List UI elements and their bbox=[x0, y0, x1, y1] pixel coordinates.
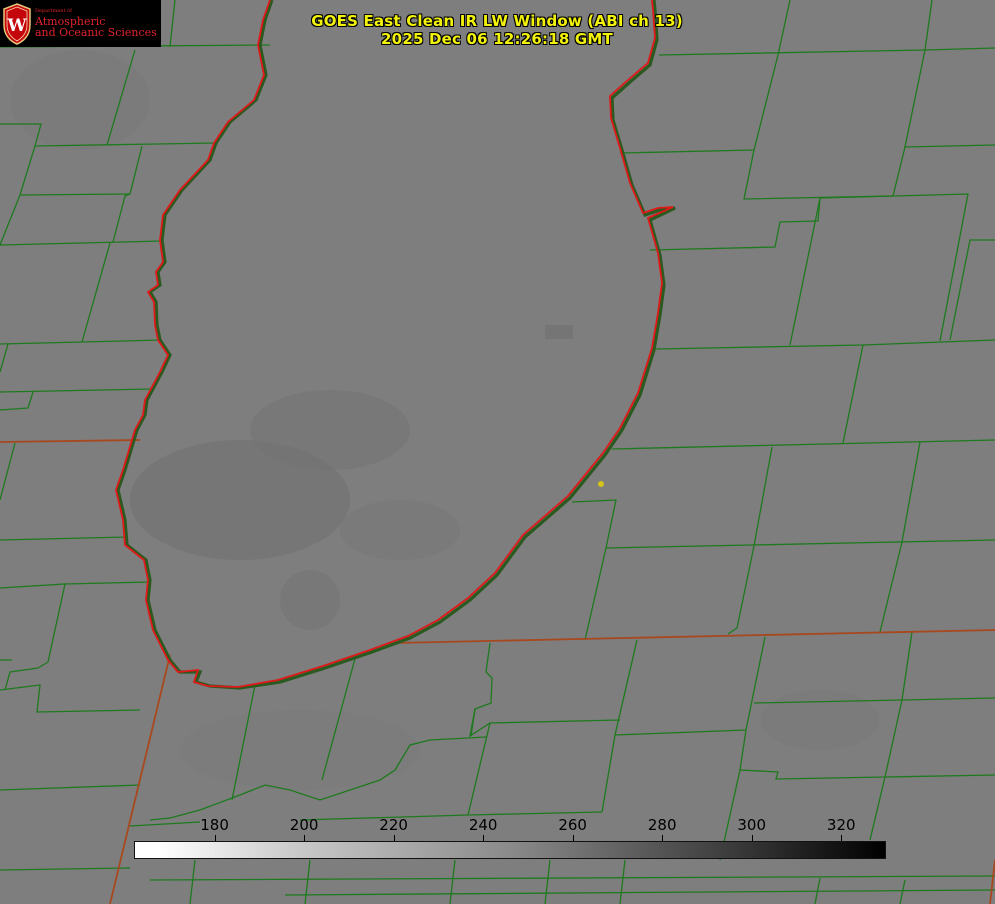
satellite-map: W Department of Atmospheric and Oceanic … bbox=[0, 0, 995, 904]
colorbar-tick-label: 260 bbox=[558, 816, 587, 834]
logo-text: Department of Atmospheric and Oceanic Sc… bbox=[35, 8, 157, 39]
colorbar bbox=[134, 841, 886, 859]
colorbar-tick bbox=[393, 835, 395, 841]
colorbar-tick-label: 240 bbox=[468, 816, 498, 834]
ir-texture bbox=[0, 0, 995, 904]
colorbar-tick-label: 300 bbox=[737, 816, 767, 834]
colorbar-tick bbox=[751, 835, 753, 841]
colorbar-tick-label: 320 bbox=[826, 816, 856, 834]
colorbar-tick bbox=[662, 835, 664, 841]
location-dot bbox=[598, 481, 604, 487]
colorbar-tick bbox=[572, 835, 574, 841]
colorbar-tick-label: 220 bbox=[379, 816, 408, 834]
colorbar-tick bbox=[483, 835, 485, 841]
colorbar-tick bbox=[841, 835, 843, 841]
logo-dept: Department of bbox=[35, 8, 72, 14]
colorbar-tick bbox=[304, 835, 306, 841]
aos-logo: W Department of Atmospheric and Oceanic … bbox=[0, 0, 161, 47]
colorbar-tick bbox=[214, 835, 216, 841]
colorbar-tick-label: 200 bbox=[289, 816, 319, 834]
uw-crest-icon: W bbox=[3, 2, 31, 45]
image-title: GOES East Clean IR LW Window (ABI ch 13) bbox=[311, 12, 683, 30]
image-timestamp: 2025 Dec 06 12:26:18 GMT bbox=[381, 30, 613, 48]
map-canvas bbox=[0, 0, 995, 904]
colorbar-tick-label: 280 bbox=[647, 816, 677, 834]
colorbar-tick-label: 180 bbox=[200, 816, 229, 834]
logo-line2: and Oceanic Sciences bbox=[35, 26, 157, 39]
svg-text:W: W bbox=[6, 16, 27, 36]
